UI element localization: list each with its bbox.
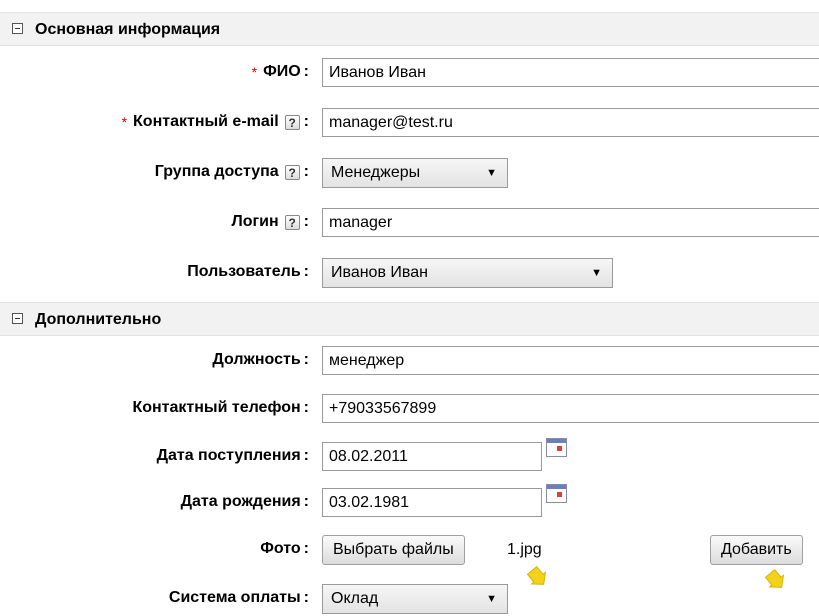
payment-system-select[interactable]: Оклад ▼	[322, 584, 508, 614]
field-label-phone: Контактный телефон :	[132, 399, 309, 417]
birth-date-input[interactable]: 03.02.1981	[322, 488, 542, 517]
selected-file-name: 1.jpg	[507, 541, 542, 558]
choose-files-button[interactable]: Выбрать файлы	[322, 535, 465, 565]
form-row-phone: Контактный телефон : +79033567899	[0, 390, 819, 426]
required-mark: *	[121, 114, 128, 130]
login-input[interactable]: manager	[322, 208, 819, 237]
select-value: Оклад	[331, 590, 379, 607]
form-row-payment: Система оплаты : Оклад ▼	[0, 580, 819, 616]
phone-input[interactable]: +79033567899	[322, 394, 819, 423]
label-colon: :	[303, 63, 309, 80]
email-input[interactable]: manager@test.ru	[322, 108, 819, 137]
field-label-fio: * ФИО :	[252, 63, 309, 81]
label-text: Группа доступа	[154, 163, 279, 180]
fio-input[interactable]: Иванов Иван	[322, 58, 819, 87]
label-text: ФИО	[263, 63, 301, 80]
form-row-position: Должность : менеджер	[0, 342, 819, 378]
section-title: Основная информация	[35, 21, 221, 38]
section-title: Дополнительно	[35, 311, 162, 328]
help-icon[interactable]: ?	[284, 114, 300, 130]
form-row-access-group: Группа доступа ? : Менеджеры ▼	[0, 154, 819, 190]
label-colon: :	[303, 589, 309, 606]
label-colon: :	[303, 447, 309, 464]
form-row-login: Логин ? : manager	[0, 204, 819, 240]
hire-date-input[interactable]: 08.02.2011	[322, 442, 542, 471]
label-text: Пользователь	[187, 263, 301, 280]
label-colon: :	[303, 351, 309, 368]
label-text: Контактный телефон	[132, 399, 301, 416]
section-header-additional[interactable]: Дополнительно	[0, 302, 819, 336]
section-header-main[interactable]: Основная информация	[0, 12, 819, 46]
field-label-photo: Фото :	[260, 540, 309, 558]
field-label-user: Пользователь :	[187, 263, 309, 281]
collapse-icon[interactable]	[12, 313, 23, 324]
calendar-icon[interactable]	[546, 438, 567, 457]
label-text: Логин	[231, 213, 279, 230]
calendar-icon[interactable]	[546, 484, 567, 503]
select-value: Иванов Иван	[331, 264, 428, 281]
label-text: Фото	[260, 540, 301, 557]
field-label-birth-date: Дата рождения :	[181, 493, 309, 511]
field-label-hire-date: Дата поступления :	[157, 447, 309, 465]
select-value: Менеджеры	[331, 164, 421, 181]
access-group-select[interactable]: Менеджеры ▼	[322, 158, 508, 188]
help-icon[interactable]: ?	[284, 164, 300, 180]
label-colon: :	[303, 213, 309, 230]
label-colon: :	[303, 163, 309, 180]
form-row-email: * Контактный e-mail ? : manager@test.ru	[0, 104, 819, 140]
add-button[interactable]: Добавить	[710, 535, 803, 565]
field-label-position: Должность :	[212, 351, 309, 369]
form-row-birth-date: Дата рождения : 03.02.1981	[0, 484, 819, 520]
form-row-user: Пользователь : Иванов Иван ▼	[0, 254, 819, 290]
chevron-down-icon: ▼	[486, 167, 497, 179]
label-colon: :	[303, 493, 309, 510]
form-row-photo: Фото : Выбрать файлы 1.jpg Добавить	[0, 531, 819, 567]
label-colon: :	[303, 399, 309, 416]
form-row-fio: * ФИО : Иванов Иван	[0, 54, 819, 90]
help-icon[interactable]: ?	[284, 214, 300, 230]
field-label-payment: Система оплаты :	[169, 589, 309, 607]
label-colon: :	[303, 540, 309, 557]
chevron-down-icon: ▼	[591, 267, 602, 279]
label-colon: :	[303, 263, 309, 280]
collapse-icon[interactable]	[12, 23, 23, 34]
position-input[interactable]: менеджер	[322, 346, 819, 375]
label-text: Система оплаты	[168, 589, 301, 606]
label-text: Дата поступления	[156, 447, 301, 464]
form-row-hire-date: Дата поступления : 08.02.2011	[0, 438, 819, 474]
field-label-email: * Контактный e-mail ? :	[122, 113, 309, 131]
user-select[interactable]: Иванов Иван ▼	[322, 258, 613, 288]
label-text: Должность	[212, 351, 301, 368]
required-mark: *	[251, 64, 258, 80]
label-text: Контактный e-mail	[133, 113, 279, 130]
field-label-login: Логин ? :	[232, 213, 310, 231]
label-text: Дата рождения	[180, 493, 301, 510]
field-label-access-group: Группа доступа ? :	[155, 163, 309, 181]
chevron-down-icon: ▼	[486, 593, 497, 605]
label-colon: :	[303, 113, 309, 130]
